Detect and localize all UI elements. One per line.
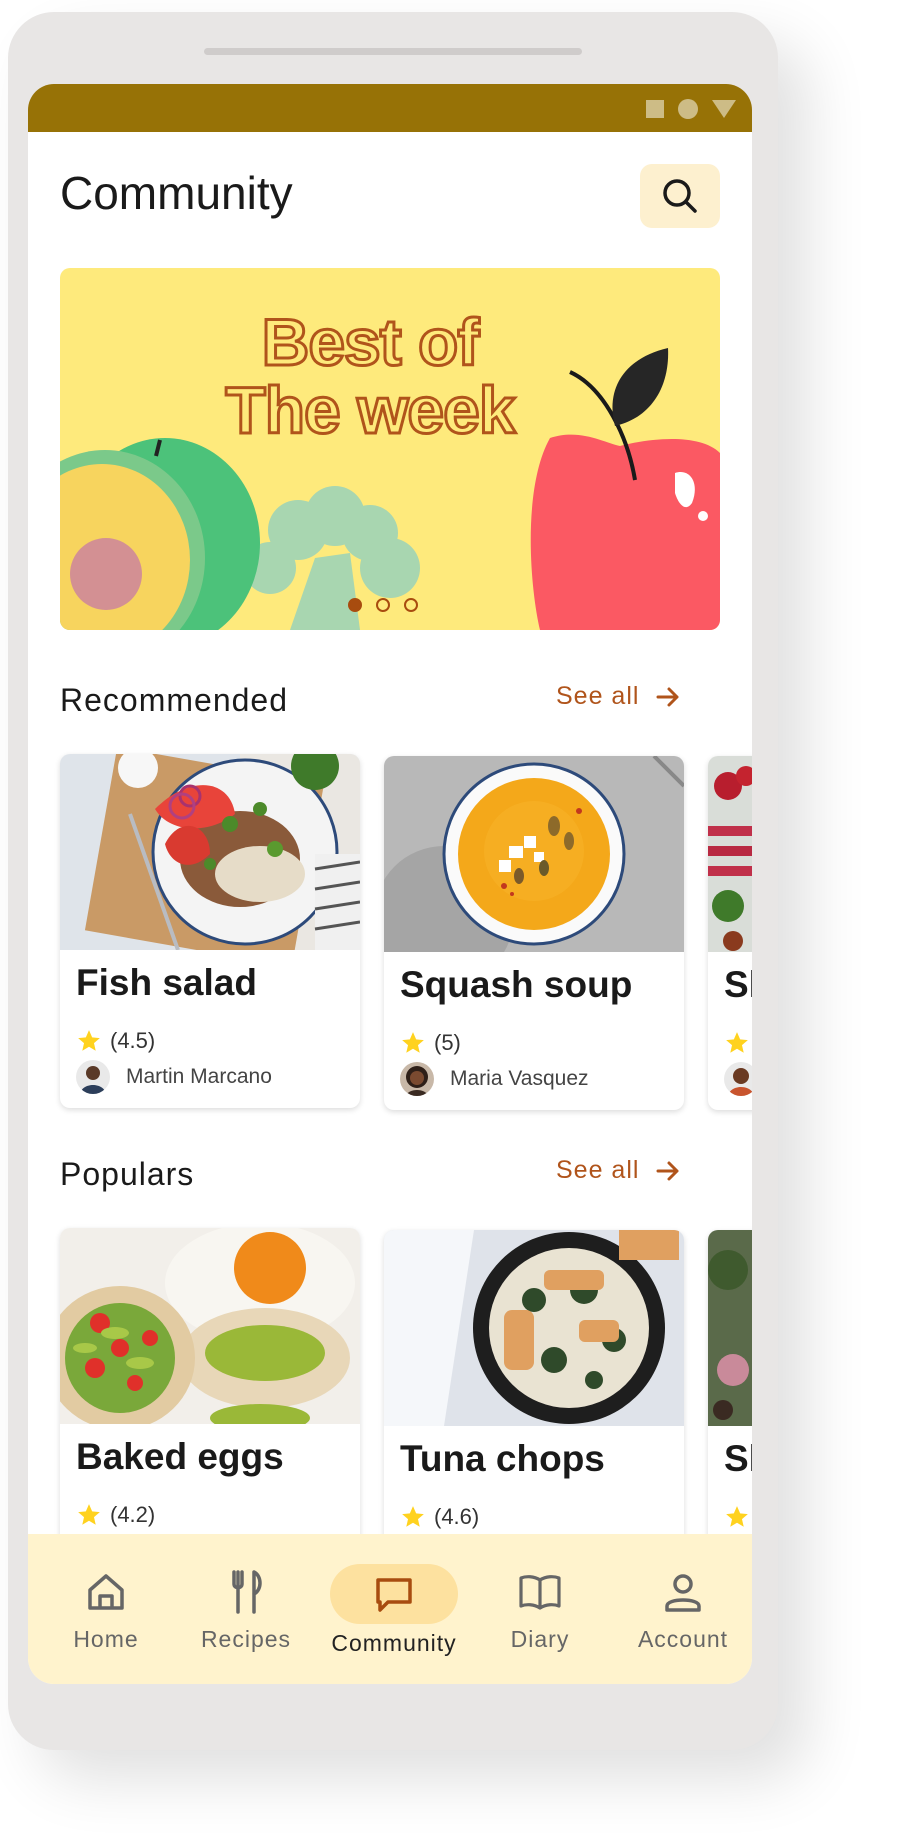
recipe-rating: (4.6) [400,1504,479,1530]
active-indicator [330,1564,458,1624]
see-all-label: See all [556,1156,640,1184]
carousel-dot[interactable] [376,598,390,612]
recipe-name: Squash soup [400,964,633,1005]
avatar [76,1060,110,1094]
recommended-title: Recommended [60,682,288,718]
rating-value: (4.2) [110,1502,156,1527]
recommended-see-all-link[interactable]: See all [556,682,681,711]
nav-label: Community [331,1630,457,1656]
book-icon [519,1575,561,1610]
avatar [724,1062,752,1096]
nav-label: Diary [510,1626,570,1652]
rating-value: (5) [434,1030,461,1055]
star-icon [726,1506,748,1527]
rating-value: (4.6) [434,1504,480,1529]
star-icon [402,1506,424,1527]
recipe-rating [724,1030,750,1056]
recipe-name: Sl [724,1438,752,1479]
arrow-right-icon [656,1161,679,1180]
recipe-card-partial[interactable]: Sl [708,756,752,1110]
rating-value: (4.5) [110,1028,156,1053]
recipe-name: Tuna chops [400,1438,605,1479]
banner-title-line2: The week [224,373,517,447]
recipe-author[interactable] [724,1062,752,1096]
populars-title: Populars [60,1156,195,1192]
recipe-rating: (5) [400,1030,461,1056]
recipe-photo [708,1230,752,1426]
star-icon [78,1504,100,1525]
arrow-right-icon [656,687,679,706]
chat-icon [376,1578,412,1612]
recipe-rating: (4.2) [76,1502,155,1528]
recipe-author[interactable]: Martin Marcano [76,1060,272,1094]
recipe-name: Fish salad [76,962,257,1003]
recipe-photo [708,756,752,952]
home-circle-icon [678,99,698,119]
nav-label: Recipes [200,1626,292,1652]
carousel-dots [348,598,418,612]
status-bar [28,84,752,132]
nav-label: Home [73,1626,139,1652]
nav-item-community[interactable]: Community [318,1564,470,1657]
featured-banner[interactable]: Best of The week [60,268,720,630]
recent-apps-icon [646,100,664,118]
bottom-navigation: Home Recipes Community Diary Account [28,1534,752,1684]
search-icon [663,179,697,213]
recipe-name: Baked eggs [76,1436,284,1477]
nav-item-home[interactable]: Home [64,1564,148,1653]
phone-frame: Community Best of The week Recommended S… [8,12,778,1750]
recipe-card-fish-salad[interactable]: Fish salad (4.5) Martin Marcano [60,754,360,1108]
banner-title-line1: Best of [260,305,481,379]
nav-item-recipes[interactable]: Recipes [192,1564,300,1653]
star-icon [402,1032,424,1053]
search-button[interactable] [640,164,720,228]
home-icon [88,1574,124,1610]
recipe-rating: (4.5) [76,1028,155,1054]
back-triangle-icon [712,100,736,118]
recipe-author[interactable]: Maria Vasquez [400,1062,589,1096]
carousel-dot[interactable] [348,598,362,612]
populars-see-all-link[interactable]: See all [556,1156,681,1185]
star-icon [78,1030,100,1051]
author-name: Maria Vasquez [450,1067,589,1090]
banner-title: Best of The week [60,305,680,447]
nav-label: Account [637,1626,729,1652]
phone-speaker [204,48,582,55]
star-icon [726,1032,748,1053]
recipe-photo [384,1230,684,1426]
author-name: Martin Marcano [126,1065,272,1088]
carousel-dot[interactable] [404,598,418,612]
recipe-card-tuna-chops[interactable]: Tuna chops (4.6) [384,1230,684,1584]
recipe-card-partial[interactable]: Sl [708,1230,752,1584]
recipe-rating [724,1504,750,1530]
nav-item-account[interactable]: Account [628,1564,738,1653]
person-icon [665,1574,701,1612]
fork-knife-icon [232,1570,262,1614]
recipe-photo [60,754,360,950]
recipe-photo [384,756,684,952]
page-title: Community [60,167,293,219]
recipe-card-squash-soup[interactable]: Squash soup (5) Maria Vasquez [384,756,684,1110]
recipe-card-baked-eggs[interactable]: Baked eggs (4.2) [60,1228,360,1582]
see-all-label: See all [556,682,640,710]
recipe-name: Sl [724,964,752,1005]
nav-item-diary[interactable]: Diary [498,1564,582,1653]
app-screen: Community Best of The week Recommended S… [28,84,752,1684]
recipe-photo [60,1228,360,1424]
avatar [400,1062,434,1096]
